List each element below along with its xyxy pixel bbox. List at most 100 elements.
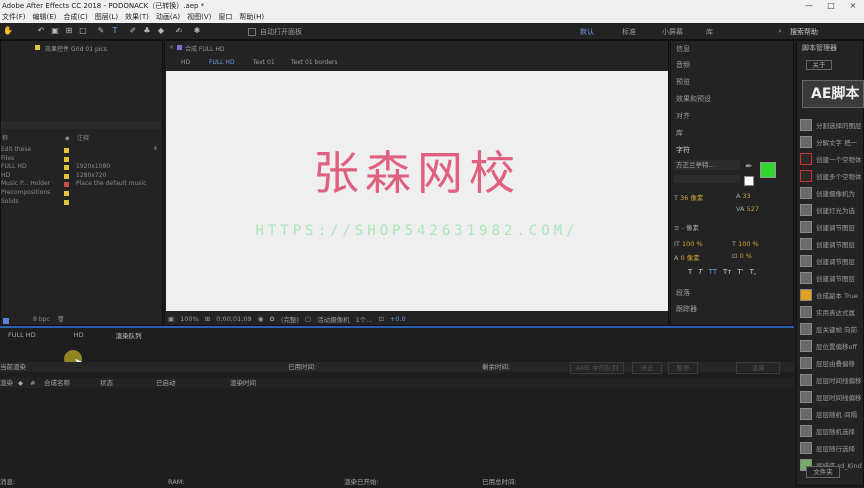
stop-button[interactable]: 停止: [632, 362, 662, 374]
script-item[interactable]: 层层随机 间隔: [800, 406, 864, 422]
baseline-field[interactable]: A 0 像素: [674, 252, 700, 262]
col-render-time[interactable]: 渲染时间: [230, 378, 256, 388]
preview-icon[interactable]: ▣: [168, 315, 174, 323]
workspace-default[interactable]: 默认: [580, 27, 594, 37]
trash-icon[interactable]: 🗑: [57, 316, 65, 325]
font-dropdown[interactable]: 方正兰亭特...: [674, 160, 740, 170]
script-item[interactable]: 创建调节图层: [800, 219, 864, 235]
tab-render-queue[interactable]: 渲染队列: [116, 330, 142, 340]
workspace-library[interactable]: 库: [706, 27, 713, 37]
col-number[interactable]: #: [30, 378, 35, 388]
timecode[interactable]: 0;00;01;09: [216, 315, 252, 323]
tracker-tab[interactable]: 跟踪器: [676, 304, 697, 314]
tsume-field[interactable]: ⊡ 0 %: [732, 252, 752, 260]
script-item[interactable]: 分割选择的图层: [800, 117, 864, 133]
audio-tab[interactable]: 音频: [676, 60, 690, 70]
roi-icon[interactable]: ▢: [305, 315, 311, 323]
script-item[interactable]: 层层由叠偏移: [800, 355, 864, 371]
exposure-value[interactable]: +0.0: [390, 315, 406, 323]
hand-tool-icon[interactable]: ✋: [3, 26, 13, 36]
breadcrumb-text01[interactable]: Text 01: [253, 59, 275, 66]
comp-canvas[interactable]: 张森网校 HTTPS://SHOP542631982.COM/: [166, 71, 668, 311]
script-item[interactable]: 层关键帧 向前: [800, 321, 864, 337]
about-button[interactable]: 关于: [806, 60, 832, 70]
snapshot-icon[interactable]: ◉: [258, 315, 264, 323]
resolution-dropdown[interactable]: (完整): [281, 314, 299, 324]
script-item[interactable]: 创建多个空物体: [800, 168, 864, 184]
col-status[interactable]: 状态: [100, 378, 113, 388]
render-button[interactable]: 渲染: [736, 362, 780, 374]
script-item[interactable]: 分解文字 把一: [800, 134, 864, 150]
superscript-button[interactable]: T': [737, 268, 743, 276]
workspace-standard[interactable]: 标准: [622, 27, 636, 37]
script-item[interactable]: 创建调节图层: [800, 236, 864, 252]
bpc-indicator[interactable]: 8 bpc: [33, 316, 50, 325]
font-size-field[interactable]: T 36 像素: [674, 192, 703, 202]
script-item[interactable]: 创建灯光为选: [800, 202, 864, 218]
font-style-dropdown[interactable]: [674, 175, 740, 183]
camera-tool-icon[interactable]: ▣: [50, 26, 60, 36]
roto-tool-icon[interactable]: ✍: [174, 26, 184, 36]
align-tab[interactable]: 对齐: [676, 111, 690, 121]
script-item[interactable]: 层位置偏移off: [800, 338, 864, 354]
project-row[interactable]: HD 1280x720: [1, 172, 163, 181]
comp-tab[interactable]: 合成 FULL HD: [185, 44, 224, 53]
effects-presets-tab[interactable]: 效果和预设: [676, 94, 711, 104]
preview-tab[interactable]: 预览: [676, 77, 690, 87]
script-item[interactable]: 层层随机选择: [800, 423, 864, 439]
paragraph-tab[interactable]: 段落: [676, 288, 690, 298]
text-tool-icon[interactable]: T: [110, 26, 120, 36]
project-search-bar[interactable]: [1, 121, 161, 129]
maximize-button[interactable]: □: [820, 0, 842, 12]
faux-italic-button[interactable]: T: [698, 268, 702, 276]
faux-bold-button[interactable]: T: [688, 268, 692, 276]
pan-tool-icon[interactable]: ⊞: [64, 26, 74, 36]
zoom-dropdown[interactable]: 100%: [180, 315, 199, 323]
script-item[interactable]: 层层时间线偏移: [800, 389, 864, 405]
menu-window[interactable]: 窗口: [218, 12, 232, 23]
workspace-small-screen[interactable]: 小屏幕: [662, 27, 683, 37]
rect-tool-icon[interactable]: □: [78, 26, 88, 36]
camera-dropdown[interactable]: 活动摄像机: [317, 314, 350, 324]
menu-effect[interactable]: 效果(T): [125, 12, 149, 23]
script-item[interactable]: 创建一个空物体: [800, 151, 864, 167]
vertical-scale-field[interactable]: IT 100 %: [674, 240, 703, 248]
script-item[interactable]: 创建调节图层: [800, 270, 864, 286]
folder-button[interactable]: 文件夹: [806, 466, 840, 478]
fast-preview-icon[interactable]: ⊡: [378, 315, 383, 323]
menu-animation[interactable]: 动画(A): [156, 12, 180, 23]
name-column-header[interactable]: 称: [2, 135, 8, 144]
color-swatch[interactable]: [760, 162, 776, 178]
col-started[interactable]: 已启动: [156, 378, 176, 388]
small-caps-button[interactable]: Tт: [723, 268, 731, 276]
script-item[interactable]: 实用表达式属: [800, 304, 864, 320]
project-row[interactable]: FULL HD 1920x1080: [1, 163, 163, 172]
script-item[interactable]: 创建摄像机为: [800, 185, 864, 201]
menu-composition[interactable]: 合成(C): [63, 12, 87, 23]
leading-field[interactable]: A 33: [736, 192, 751, 200]
script-item[interactable]: 层层随行选择: [800, 440, 864, 456]
project-row[interactable]: Files: [1, 155, 163, 164]
script-item[interactable]: 创建调节图层: [800, 253, 864, 269]
breadcrumb-hd[interactable]: HD: [181, 59, 190, 66]
library-tab[interactable]: 库: [676, 128, 683, 138]
rotate-tool-icon[interactable]: ↶: [36, 26, 46, 36]
kerning-field[interactable]: VA 527: [736, 205, 759, 213]
project-row[interactable]: Edit these: [1, 146, 163, 155]
fill-white-swatch[interactable]: [744, 176, 754, 186]
breadcrumb-full-hd[interactable]: FULL HD: [209, 59, 235, 66]
stroke-width-field[interactable]: ≡ - 像素: [674, 222, 699, 232]
all-caps-button[interactable]: TT: [709, 268, 717, 276]
info-tab[interactable]: 信息: [676, 44, 690, 54]
eraser-tool-icon[interactable]: ◆: [156, 26, 166, 36]
comment-column-header[interactable]: 注释: [77, 135, 89, 144]
minimize-button[interactable]: —: [798, 0, 820, 12]
script-item[interactable]: 合成副本 True: [800, 287, 864, 303]
tab-hd[interactable]: HD: [74, 331, 84, 339]
project-row[interactable]: Precompositions: [1, 189, 163, 198]
subscript-button[interactable]: T,: [750, 268, 757, 276]
channel-icon[interactable]: ✿: [269, 315, 274, 323]
eyedropper-icon[interactable]: ✒: [745, 162, 753, 172]
close-tab-icon[interactable]: ×: [169, 44, 174, 53]
close-button[interactable]: ×: [842, 0, 864, 12]
